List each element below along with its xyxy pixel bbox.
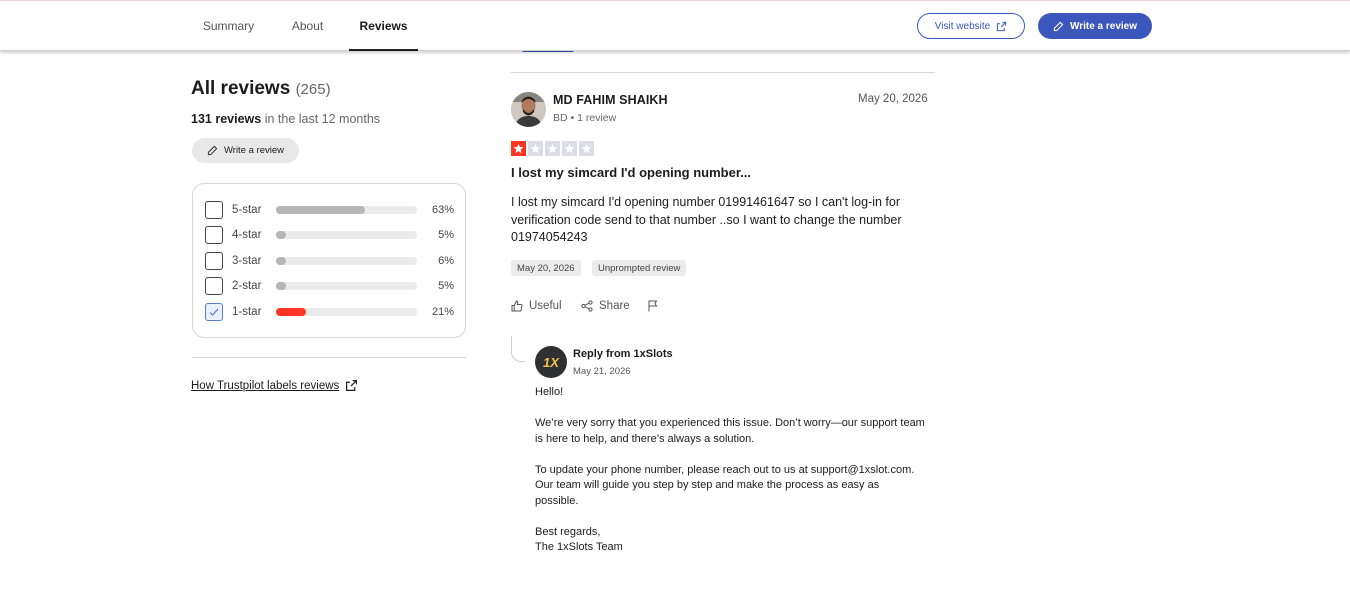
reply-date: May 21, 2026 [573, 366, 631, 377]
reply-signature: The 1xSlots Team [535, 541, 623, 553]
star-icon [545, 141, 560, 156]
sidebar-write-review-button[interactable]: Write a review [192, 138, 299, 163]
reviewer-name[interactable]: MD FAHIM SHAIKH [553, 93, 668, 107]
rating-distribution: 5-star 63% 4-star 5% 3-star 6% 2-star 5%… [192, 183, 466, 338]
rating-filter-2[interactable]: 2-star 5% [205, 276, 455, 296]
recent-count: 131 reviews [191, 112, 262, 126]
reviewer-meta: BD • 1 review [553, 112, 617, 124]
pencil-icon [1053, 21, 1064, 31]
sticky-header: Summary About Reviews Visit website Writ… [0, 1, 1350, 51]
thumbs-up-icon [511, 300, 523, 312]
checkbox[interactable] [205, 252, 223, 270]
rating-filter-4[interactable]: 4-star 5% [205, 225, 455, 245]
how-trustpilot-labels-text: How Trustpilot labels reviews [191, 379, 340, 392]
company-logo: 1X [535, 346, 567, 378]
checkbox[interactable] [205, 277, 223, 295]
all-reviews-heading: All reviews (265) [191, 78, 331, 100]
rating-filter-5[interactable]: 5-star 63% [205, 200, 455, 220]
rating-bar [276, 282, 417, 290]
tab-about[interactable]: About [280, 1, 335, 51]
rating-label: 2-star [232, 280, 262, 292]
checkmark-icon [209, 308, 219, 316]
rating-bar [276, 206, 417, 214]
visit-website-label: Visit website [934, 20, 991, 32]
checkbox-checked[interactable] [205, 303, 223, 321]
write-review-button[interactable]: Write a review [1038, 13, 1152, 39]
share-label: Share [599, 300, 630, 312]
rating-percent: 5% [438, 280, 454, 292]
all-reviews-title: All reviews [191, 78, 291, 99]
tab-reviews[interactable]: Reviews [349, 1, 418, 51]
rating-bar-fill [276, 231, 286, 239]
useful-button[interactable]: Useful [511, 300, 562, 312]
reply-paragraph: Hello! [535, 386, 564, 398]
recent-suffix: in the last 12 months [264, 112, 381, 126]
recent-reviews-summary: 131 reviews in the last 12 months [191, 112, 380, 126]
unprompted-review-tag[interactable]: Unprompted review [592, 260, 687, 276]
rating-label: 4-star [232, 229, 262, 241]
checkbox[interactable] [205, 201, 223, 219]
review-body: I lost my simcard I'd opening number 019… [511, 195, 902, 244]
star-icon [562, 141, 577, 156]
flag-icon [648, 300, 658, 312]
rating-filter-3[interactable]: 3-star 6% [205, 251, 455, 271]
star-rating [511, 141, 594, 156]
star-icon [528, 141, 543, 156]
visit-website-button[interactable]: Visit website [917, 13, 1025, 39]
divider [192, 357, 466, 358]
reply-paragraph: We’re very sorry that you experienced th… [535, 417, 925, 445]
external-link-icon [997, 21, 1007, 31]
rating-label: 3-star [232, 255, 262, 267]
sidebar-write-review-label: Write a review [223, 145, 284, 156]
rating-bar-fill [276, 206, 365, 214]
how-trustpilot-labels-link[interactable]: How Trustpilot labels reviews [191, 379, 358, 392]
rating-filter-1[interactable]: 1-star 21% [205, 302, 455, 322]
rating-percent: 5% [438, 229, 454, 241]
rating-label: 5-star [232, 204, 262, 216]
rating-bar [276, 308, 417, 316]
rating-percent: 6% [438, 255, 454, 267]
divider [511, 72, 935, 73]
reply-paragraph: To update your phone number, please reac… [535, 463, 915, 507]
review-title[interactable]: I lost my simcard I'd opening number... [511, 165, 751, 180]
useful-label: Useful [529, 300, 562, 312]
rating-label: 1-star [232, 306, 262, 318]
rating-percent: 21% [431, 306, 454, 318]
all-reviews-count: (265) [295, 81, 331, 98]
reply-from: Reply from 1xSlots [573, 348, 673, 360]
report-button[interactable] [647, 300, 659, 312]
avatar[interactable] [511, 92, 546, 127]
rating-bar [276, 231, 417, 239]
external-link-icon [346, 380, 358, 391]
rating-percent: 63% [431, 204, 454, 216]
write-review-label: Write a review [1069, 20, 1138, 32]
reply-sign-off: Best regards, [535, 525, 601, 538]
rating-bar-fill [276, 257, 286, 265]
experience-date-tag: May 20, 2026 [511, 260, 581, 276]
review-date: May 20, 2026 [858, 93, 928, 105]
rating-bar [276, 257, 417, 265]
avatar-image [511, 92, 546, 127]
reply-connector [511, 336, 525, 362]
tab-summary[interactable]: Summary [192, 1, 265, 51]
rating-bar-fill [276, 308, 306, 316]
star-icon [579, 141, 594, 156]
rating-bar-fill [276, 282, 286, 290]
share-icon [581, 300, 593, 312]
checkbox[interactable] [205, 226, 223, 244]
share-button[interactable]: Share [581, 300, 630, 312]
reply-body: Hello! We’re very sorry that you experie… [535, 385, 925, 556]
star-icon [511, 141, 526, 156]
pencil-icon [207, 145, 218, 156]
